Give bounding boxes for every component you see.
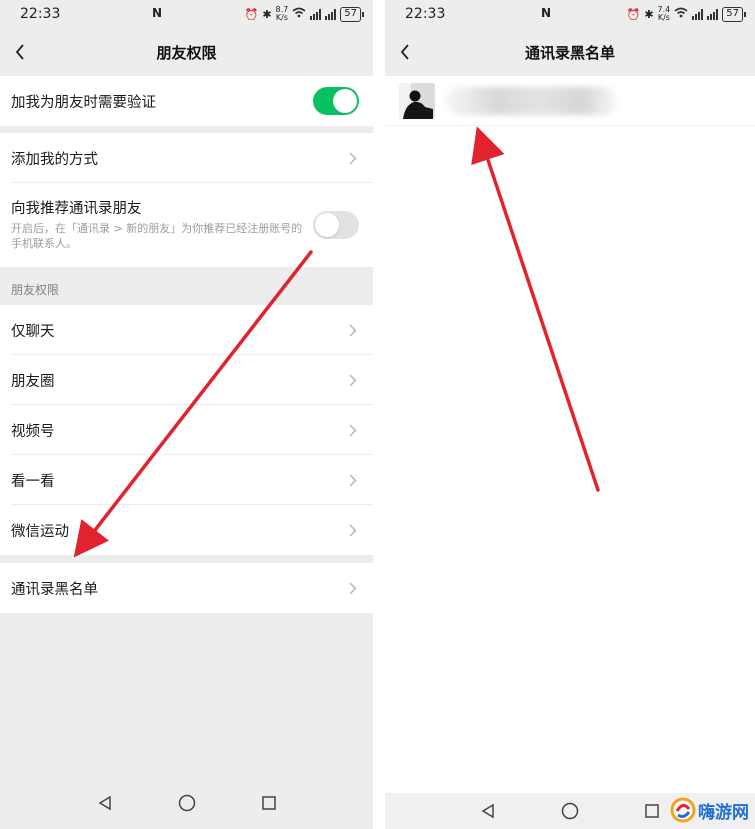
chevron-right-icon bbox=[349, 523, 359, 537]
verify-toggle[interactable] bbox=[313, 87, 359, 115]
permission-item-label: 朋友圈 bbox=[11, 373, 55, 390]
page-title: 朋友权限 bbox=[156, 43, 217, 62]
watermark-logo-icon bbox=[670, 797, 696, 823]
alarm-icon: ⏰ bbox=[626, 7, 641, 21]
right-phone-screen: 22:33 N ⏰ ✱ 7.4 K/s 57 通讯录黑名单 bbox=[385, 0, 755, 829]
permission-item-row[interactable]: 微信运动 bbox=[0, 505, 373, 555]
blacklist-row[interactable]: 通讯录黑名单 bbox=[0, 563, 373, 613]
blacklist-label: 通讯录黑名单 bbox=[11, 581, 98, 598]
home-circle-icon[interactable] bbox=[557, 798, 583, 824]
status-time: 22:33 bbox=[20, 6, 61, 22]
status-time: 22:33 bbox=[405, 6, 446, 22]
signal-icon-2 bbox=[325, 8, 337, 20]
signal-icon bbox=[692, 8, 704, 20]
blacklist-list bbox=[385, 76, 755, 793]
back-triangle-icon[interactable] bbox=[475, 798, 501, 824]
verify-setting-row: 加我为朋友时需要验证 bbox=[0, 76, 373, 126]
signal-icon bbox=[310, 8, 322, 20]
nav-bar: 通讯录黑名单 bbox=[385, 28, 755, 76]
home-circle-icon[interactable] bbox=[174, 790, 200, 816]
recommend-toggle[interactable] bbox=[313, 211, 359, 239]
section-header: 朋友权限 bbox=[11, 283, 60, 297]
chevron-right-icon bbox=[349, 423, 359, 437]
bluetooth-icon: ✱ bbox=[262, 7, 272, 21]
permission-item-label: 仅聊天 bbox=[11, 323, 55, 340]
watermark-text: 嗨游网 bbox=[698, 802, 749, 823]
permission-item-label: 看一看 bbox=[11, 473, 55, 490]
permission-item-row[interactable]: 仅聊天 bbox=[0, 305, 373, 355]
chevron-right-icon bbox=[349, 151, 359, 165]
wifi-icon bbox=[674, 7, 688, 21]
battery-indicator: 57 bbox=[722, 6, 746, 22]
nfc-icon: N bbox=[152, 6, 163, 20]
permission-item-row[interactable]: 视频号 bbox=[0, 405, 373, 455]
network-speed: 7.4 K/s bbox=[657, 5, 671, 22]
site-watermark: 嗨游网 bbox=[670, 797, 749, 823]
back-chevron-icon[interactable] bbox=[393, 40, 417, 64]
system-nav-bar bbox=[0, 777, 373, 829]
left-phone-screen: 22:33 N ⏰ ✱ 8.7 K/s 57 朋友权限 加我为朋友时需要验证 添加… bbox=[0, 0, 373, 829]
recents-square-icon[interactable] bbox=[256, 790, 282, 816]
page-title: 通讯录黑名单 bbox=[524, 43, 615, 62]
back-chevron-icon[interactable] bbox=[8, 40, 32, 64]
signal-icon-2 bbox=[707, 8, 719, 20]
wifi-icon bbox=[292, 7, 306, 21]
recommend-label: 向我推荐通讯录朋友 bbox=[11, 201, 142, 217]
nav-bar: 朋友权限 bbox=[0, 28, 373, 76]
recents-square-icon[interactable] bbox=[639, 798, 665, 824]
permission-item-row[interactable]: 看一看 bbox=[0, 455, 373, 505]
permission-item-row[interactable]: 朋友圈 bbox=[0, 355, 373, 405]
permission-item-label: 视频号 bbox=[11, 423, 55, 440]
back-triangle-icon[interactable] bbox=[92, 790, 118, 816]
blacklist-contact-item[interactable] bbox=[385, 76, 755, 126]
recommend-contacts-row: 向我推荐通讯录朋友 开启后，在「通讯录 > 新的朋友」为你推荐已经注册账号的手机… bbox=[0, 183, 373, 267]
battery-indicator: 57 bbox=[340, 6, 364, 22]
add-method-row[interactable]: 添加我的方式 bbox=[0, 133, 373, 183]
network-speed: 8.7 K/s bbox=[275, 5, 289, 22]
chevron-right-icon bbox=[349, 323, 359, 337]
recommend-description: 开启后，在「通讯录 > 新的朋友」为你推荐已经注册账号的手机联系人。 bbox=[11, 222, 303, 250]
chevron-right-icon bbox=[349, 581, 359, 595]
status-bar: 22:33 N ⏰ ✱ 7.4 K/s 57 bbox=[385, 0, 755, 28]
blurred-contact-name bbox=[445, 86, 617, 115]
chevron-right-icon bbox=[349, 473, 359, 487]
verify-label: 加我为朋友时需要验证 bbox=[11, 94, 156, 111]
add-method-label: 添加我的方式 bbox=[11, 151, 98, 168]
chevron-right-icon bbox=[349, 373, 359, 387]
contact-avatar bbox=[399, 82, 435, 119]
alarm-icon: ⏰ bbox=[244, 7, 259, 21]
status-bar: 22:33 N ⏰ ✱ 8.7 K/s 57 bbox=[0, 0, 373, 28]
permission-item-label: 微信运动 bbox=[11, 523, 69, 540]
bluetooth-icon: ✱ bbox=[644, 7, 654, 21]
nfc-icon: N bbox=[541, 6, 552, 20]
